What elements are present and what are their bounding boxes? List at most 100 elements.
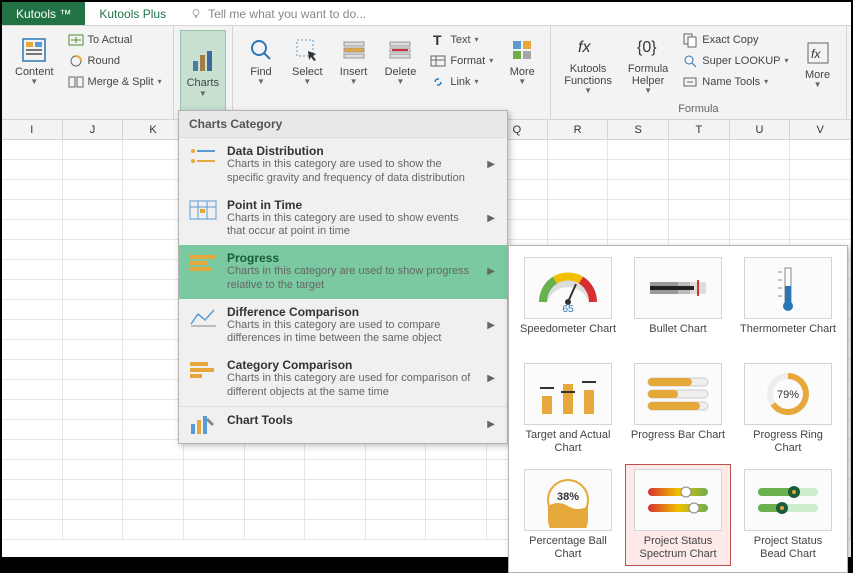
content-icon: [20, 36, 48, 64]
find-button[interactable]: Find ▼: [239, 30, 283, 92]
round-button[interactable]: Round: [63, 51, 167, 71]
chevron-down-icon: ▼: [199, 90, 207, 98]
thumb-bead[interactable]: Project Status Bead Chart: [735, 464, 841, 566]
group-content: Content ▼ To Actual Round Merge & Split: [2, 26, 174, 119]
delete-button[interactable]: Delete ▼: [378, 30, 424, 92]
to-actual-button[interactable]: To Actual: [63, 30, 167, 50]
fx-box-icon: fx: [804, 39, 832, 67]
thumb-bullet[interactable]: Bullet Chart: [625, 252, 731, 354]
insert-button[interactable]: Insert ▼: [332, 30, 376, 92]
format-icon: [430, 53, 446, 69]
link-button[interactable]: Link ▾: [425, 72, 498, 92]
category-difference-comparison[interactable]: Difference ComparisonCharts in this cate…: [179, 299, 507, 353]
progress-bar-icon: [634, 363, 722, 425]
thumb-speedometer[interactable]: 65 Speedometer Chart: [515, 252, 621, 354]
exact-copy-button[interactable]: Exact Copy: [677, 30, 793, 50]
chevron-down-icon: ▾: [764, 78, 768, 86]
charts-icon: [189, 47, 217, 75]
chevron-right-icon: ▶: [483, 266, 499, 277]
svg-text:{0}: {0}: [637, 39, 657, 56]
thumb-progress-bar[interactable]: Progress Bar Chart: [625, 358, 731, 460]
merge-split-button[interactable]: Merge & Split ▾: [63, 72, 167, 92]
svg-text:38%: 38%: [557, 491, 579, 503]
category-category-comparison[interactable]: Category ComparisonCharts in this catego…: [179, 352, 507, 406]
insert-icon: [340, 36, 368, 64]
formula-helper-button[interactable]: {0} Formula Helper ▼: [621, 30, 675, 98]
chevron-down-icon: ▼: [350, 78, 358, 86]
chevron-down-icon: ▼: [30, 78, 38, 86]
chevron-down-icon: ▼: [584, 87, 592, 95]
col-header[interactable]: U: [730, 120, 791, 139]
chevron-right-icon: ▶: [483, 159, 499, 170]
thumb-progress-ring[interactable]: 79% Progress Ring Chart: [735, 358, 841, 460]
find-icon: [247, 36, 275, 64]
more-button[interactable]: More ▼: [500, 30, 544, 92]
svg-text:65: 65: [562, 304, 574, 315]
thumb-thermometer[interactable]: Thermometer Chart: [735, 252, 841, 354]
super-lookup-button[interactable]: Super LOOKUP ▾: [677, 51, 793, 71]
group-label-formula: Formula: [557, 101, 839, 115]
group-editing: Find ▼ Select ▼ Insert ▼ Delete ▼: [233, 26, 551, 119]
tab-kutools-plus[interactable]: Kutools Plus: [85, 2, 180, 25]
bullet-icon: [634, 257, 722, 319]
chevron-down-icon: ▾: [475, 78, 479, 86]
bulb-icon: [190, 8, 202, 20]
text-button[interactable]: T Text ▾: [425, 30, 498, 50]
tell-me-placeholder: Tell me what you want to do...: [208, 7, 366, 21]
chevron-right-icon: ▶: [483, 320, 499, 331]
name-tools-button[interactable]: Name Tools ▾: [677, 72, 793, 92]
merge-split-icon: [68, 74, 84, 90]
chevron-right-icon: ▶: [483, 213, 499, 224]
content-button[interactable]: Content ▼: [8, 30, 61, 92]
col-header[interactable]: J: [63, 120, 124, 139]
category-chart-tools[interactable]: Chart Tools ▶: [179, 406, 507, 443]
ribbon-tabs: Kutools ™ Kutools Plus Tell me what you …: [2, 2, 851, 26]
group-charts: Charts ▼: [174, 26, 233, 119]
col-header[interactable]: I: [2, 120, 63, 139]
svg-text:79%: 79%: [777, 389, 799, 401]
col-header[interactable]: S: [608, 120, 669, 139]
chevron-down-icon: ▾: [158, 78, 162, 86]
more-formula-button[interactable]: fx More ▼: [796, 30, 840, 98]
percentage-ball-icon: 38%: [524, 469, 612, 531]
to-actual-icon: [68, 32, 84, 48]
chevron-down-icon: ▼: [814, 81, 822, 89]
progress-charts-submenu: 65 Speedometer Chart Bullet Chart Thermo…: [508, 245, 848, 573]
chart-tools-icon: [187, 413, 219, 437]
chevron-down-icon: ▼: [518, 78, 526, 86]
round-icon: [68, 53, 84, 69]
kutools-functions-button[interactable]: fx Kutools Functions ▼: [557, 30, 619, 98]
col-header[interactable]: K: [123, 120, 184, 139]
bead-icon: [744, 469, 832, 531]
category-point-in-time[interactable]: Point in TimeCharts in this category are…: [179, 192, 507, 246]
category-progress[interactable]: ProgressCharts in this category are used…: [179, 245, 507, 299]
tell-me-search[interactable]: Tell me what you want to do...: [180, 2, 376, 25]
thumb-target-actual[interactable]: Target and Actual Chart: [515, 358, 621, 460]
speedometer-icon: 65: [524, 257, 612, 319]
col-header[interactable]: T: [669, 120, 730, 139]
chevron-down-icon: ▾: [489, 57, 493, 65]
thumb-percentage-ball[interactable]: 38% Percentage Ball Chart: [515, 464, 621, 566]
category-data-distribution[interactable]: Data DistributionCharts in this category…: [179, 138, 507, 192]
select-button[interactable]: Select ▼: [285, 30, 330, 92]
target-actual-icon: [524, 363, 612, 425]
charts-button[interactable]: Charts ▼: [180, 30, 226, 115]
name-tools-icon: [682, 74, 698, 90]
progress-icon: [187, 251, 219, 275]
col-header[interactable]: V: [790, 120, 851, 139]
text-icon: T: [430, 32, 446, 48]
link-icon: [430, 74, 446, 90]
format-button[interactable]: Format ▾: [425, 51, 498, 71]
chevron-down-icon: ▼: [397, 78, 405, 86]
chevron-down-icon: ▼: [644, 87, 652, 95]
thumb-spectrum[interactable]: Project Status Spectrum Chart: [625, 464, 731, 566]
chevron-down-icon: ▼: [257, 78, 265, 86]
data-distribution-icon: [187, 144, 219, 168]
point-in-time-icon: [187, 198, 219, 222]
braces-icon: {0}: [634, 33, 662, 61]
col-header[interactable]: R: [548, 120, 609, 139]
category-comparison-icon: [187, 358, 219, 382]
svg-text:fx: fx: [578, 39, 591, 56]
copy-icon: [682, 32, 698, 48]
tab-kutools[interactable]: Kutools ™: [2, 2, 85, 25]
